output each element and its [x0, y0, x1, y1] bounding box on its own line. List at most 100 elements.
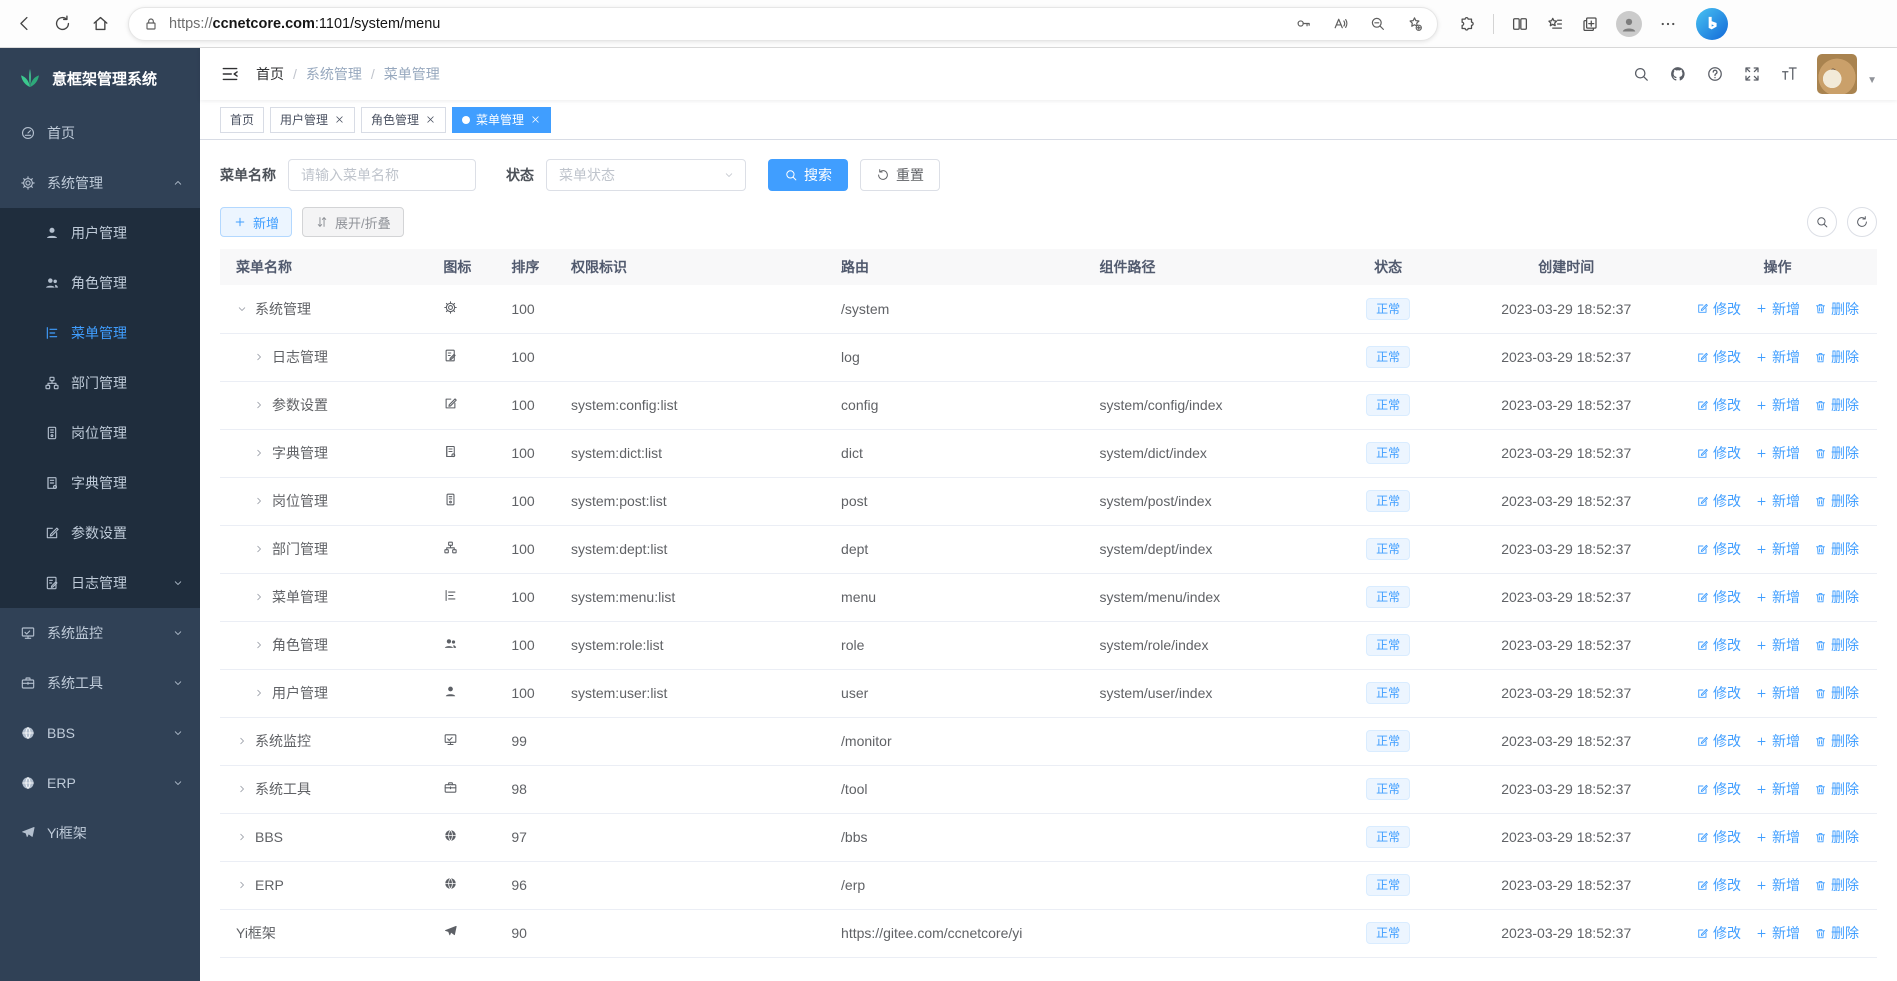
sidebar-item-log[interactable]: 日志管理	[0, 558, 200, 608]
row-action-delete[interactable]: 删除	[1814, 827, 1859, 847]
row-action-delete[interactable]: 删除	[1814, 347, 1859, 367]
row-action-delete[interactable]: 删除	[1814, 587, 1859, 607]
menu-name-cell[interactable]: 角色管理	[236, 635, 427, 655]
table-row[interactable]: BBS 97/bbs 正常 2023-03-29 18:52:37 修改 新增 删除	[220, 813, 1877, 862]
row-action-add[interactable]: 新增	[1755, 875, 1800, 895]
row-action-edit[interactable]: 修改	[1696, 635, 1741, 655]
row-action-add[interactable]: 新增	[1755, 395, 1800, 415]
menu-name-cell[interactable]: 日志管理	[236, 347, 427, 367]
avatar-caret-icon[interactable]: ▼	[1867, 75, 1877, 94]
browser-refresh-button[interactable]	[44, 7, 80, 41]
row-action-edit[interactable]: 修改	[1696, 299, 1741, 319]
breadcrumb-item[interactable]: 菜单管理	[384, 64, 440, 84]
row-action-add[interactable]: 新增	[1755, 923, 1800, 943]
table-row[interactable]: 系统监控 99/monitor 正常 2023-03-29 18:52:37 修改 新增删…	[220, 717, 1877, 766]
browser-profile-avatar[interactable]	[1616, 10, 1642, 37]
table-row[interactable]: 系统工具 98/tool 正常 2023-03-29 18:52:37 修改 新增 删除	[220, 765, 1877, 814]
extensions-icon[interactable]	[1458, 15, 1476, 33]
more-menu-icon[interactable]	[1659, 15, 1677, 33]
row-action-edit[interactable]: 修改	[1696, 779, 1741, 799]
tab-role[interactable]: 角色管理	[361, 106, 447, 133]
table-row[interactable]: 部门管理 100 system:dept:list dept system/dept/i…	[220, 525, 1877, 574]
row-action-edit[interactable]: 修改	[1696, 491, 1741, 511]
row-action-delete[interactable]: 删除	[1814, 635, 1859, 655]
row-action-delete[interactable]: 删除	[1814, 395, 1859, 415]
address-bar[interactable]: https://ccnetcore.com:1101/system/menu	[128, 6, 1438, 41]
row-action-add[interactable]: 新增	[1755, 299, 1800, 319]
github-icon[interactable]	[1669, 65, 1687, 83]
column-header[interactable]: 组件路径	[1091, 249, 1322, 285]
table-row[interactable]: 菜单管理 100 system:menu:list menu system/menu/i…	[220, 573, 1877, 622]
column-header[interactable]: 权限标识	[562, 249, 834, 285]
font-size-icon[interactable]	[1780, 65, 1798, 83]
sidebar-item-config[interactable]: 参数设置	[0, 508, 200, 558]
table-row[interactable]: 用户管理 100 system:user:list user system/user/i…	[220, 669, 1877, 718]
table-row[interactable]: 角色管理 100 system:role:list role system/role/i…	[220, 621, 1877, 670]
menu-name-cell[interactable]: 菜单管理	[236, 587, 427, 607]
sidebar-item-dept[interactable]: 部门管理	[0, 358, 200, 408]
table-row[interactable]: 字典管理 100 system:dict:list dict system/dict/i…	[220, 429, 1877, 478]
menu-name-cell[interactable]: 部门管理	[236, 539, 427, 559]
row-action-edit[interactable]: 修改	[1696, 395, 1741, 415]
add-button[interactable]: 新增	[220, 207, 293, 237]
menu-name-cell[interactable]: 系统管理	[236, 299, 427, 319]
tab-home[interactable]: 首页	[220, 106, 265, 133]
menu-name-cell[interactable]: 系统监控	[236, 731, 427, 751]
table-row[interactable]: 日志管理 100 log 正常 2023-03-29 18:52:37 修改 新增 删除	[220, 333, 1877, 382]
row-action-delete[interactable]: 删除	[1814, 875, 1859, 895]
row-action-delete[interactable]: 删除	[1814, 443, 1859, 463]
row-action-edit[interactable]: 修改	[1696, 443, 1741, 463]
table-row[interactable]: ERP 96/erp 正常 2023-03-29 18:52:37 修改 新增 删除	[220, 861, 1877, 910]
sidebar-item-role[interactable]: 角色管理	[0, 258, 200, 308]
favorites-bar-icon[interactable]	[1546, 15, 1564, 33]
row-action-delete[interactable]: 删除	[1814, 491, 1859, 511]
menu-name-cell[interactable]: 参数设置	[236, 395, 427, 415]
row-action-edit[interactable]: 修改	[1696, 923, 1741, 943]
menu-name-cell[interactable]: BBS	[236, 829, 427, 845]
browser-back-button[interactable]	[6, 7, 42, 41]
help-icon[interactable]	[1706, 65, 1724, 83]
tab-menu[interactable]: 菜单管理	[452, 106, 552, 133]
sidebar-item-tool[interactable]: 系统工具	[0, 658, 200, 708]
sidebar-item-yi[interactable]: Yi框架	[0, 808, 200, 858]
row-action-add[interactable]: 新增	[1755, 539, 1800, 559]
row-action-add[interactable]: 新增	[1755, 731, 1800, 751]
sidebar-item-monitor[interactable]: 系统监控	[0, 608, 200, 658]
browser-home-button[interactable]	[82, 7, 118, 41]
sidebar-item-post[interactable]: 岗位管理	[0, 408, 200, 458]
favorite-star-icon[interactable]	[1406, 15, 1423, 32]
row-action-add[interactable]: 新增	[1755, 635, 1800, 655]
sidebar-item-menu[interactable]: 菜单管理	[0, 308, 200, 358]
menu-name-input[interactable]	[288, 159, 476, 191]
split-screen-icon[interactable]	[1511, 15, 1529, 33]
read-aloud-icon[interactable]	[1332, 15, 1349, 32]
sidebar-item-bbs[interactable]: BBS	[0, 708, 200, 758]
search-button[interactable]: 搜索	[768, 159, 848, 191]
row-action-edit[interactable]: 修改	[1696, 587, 1741, 607]
row-action-delete[interactable]: 删除	[1814, 731, 1859, 751]
row-action-delete[interactable]: 删除	[1814, 683, 1859, 703]
menu-name-cell[interactable]: 字典管理	[236, 443, 427, 463]
column-header[interactable]: 菜单名称	[220, 249, 436, 285]
row-action-add[interactable]: 新增	[1755, 443, 1800, 463]
reset-button[interactable]: 重置	[860, 159, 940, 191]
fold-sidebar-icon[interactable]	[220, 64, 240, 84]
row-action-edit[interactable]: 修改	[1696, 347, 1741, 367]
table-row[interactable]: 系统管理 100/system 正常 2023-03-29 18:52:37 修改 新增删…	[220, 285, 1877, 334]
table-row[interactable]: 参数设置 100 system:config:list config system/co…	[220, 381, 1877, 430]
row-action-edit[interactable]: 修改	[1696, 731, 1741, 751]
row-action-edit[interactable]: 修改	[1696, 539, 1741, 559]
sidebar-item-dict[interactable]: 字典管理	[0, 458, 200, 508]
password-key-icon[interactable]	[1295, 15, 1312, 32]
row-action-add[interactable]: 新增	[1755, 779, 1800, 799]
column-header[interactable]: 排序	[503, 249, 563, 285]
app-logo[interactable]: 意框架管理系统	[0, 48, 200, 108]
row-action-add[interactable]: 新增	[1755, 683, 1800, 703]
row-action-edit[interactable]: 修改	[1696, 875, 1741, 895]
status-select[interactable]: 菜单状态	[546, 159, 746, 191]
row-action-add[interactable]: 新增	[1755, 491, 1800, 511]
column-header[interactable]: 路由	[833, 249, 1092, 285]
column-header[interactable]: 图标	[435, 249, 504, 285]
row-action-delete[interactable]: 删除	[1814, 299, 1859, 319]
expand-collapse-button[interactable]: 展开/折叠	[302, 207, 404, 237]
